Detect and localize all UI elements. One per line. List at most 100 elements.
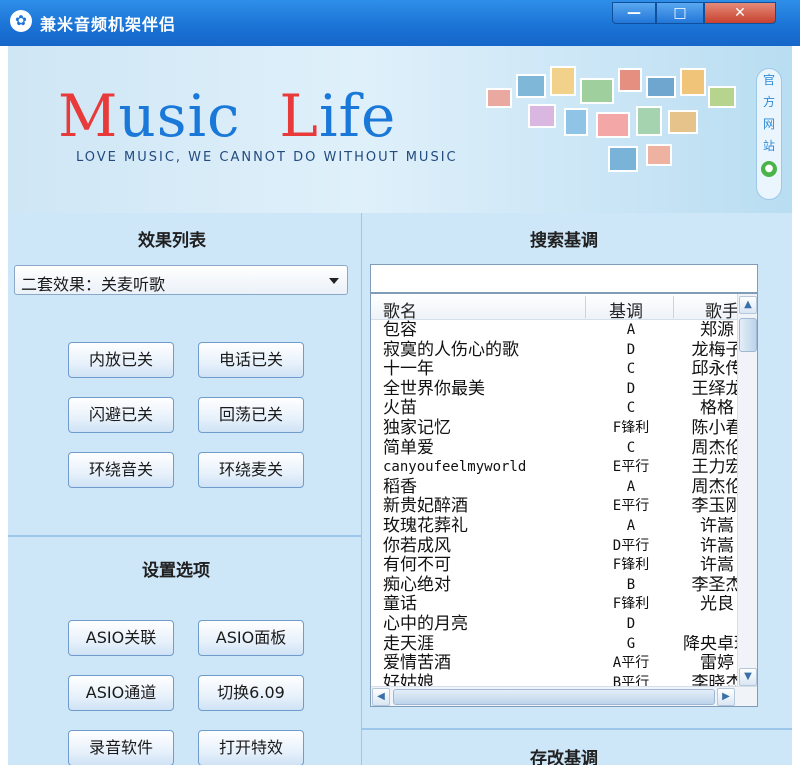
table-row[interactable]: 痴心绝对 B 李圣杰 [371, 574, 757, 596]
column-header-singer[interactable]: 歌手 [705, 297, 739, 322]
scroll-down-icon[interactable]: ▼ [739, 668, 757, 686]
table-row[interactable]: 火苗 C 格格 [371, 399, 757, 419]
maximize-button[interactable]: □ [656, 2, 704, 24]
column-header-key[interactable]: 基调 [609, 297, 643, 322]
photo-frame-decoration [550, 66, 576, 96]
ducking-button[interactable]: 闪避已关 [68, 397, 174, 433]
table-row[interactable]: 独家记忆 F锋利 陈小春 [371, 419, 757, 439]
section-divider [8, 535, 362, 537]
song-list[interactable]: 歌名 基调 歌手 包容 A 郑源 寂寞的人伤心的歌 D 龙梅子 十一年 C 邱永传 全世界你最美 D… [370, 293, 758, 707]
table-row[interactable]: 爱情苦酒 A平行 雷婷 [371, 654, 757, 674]
table-row[interactable]: 走天涯 G 降央卓玛 [371, 633, 757, 655]
song-key-cell: F锋利 [612, 420, 650, 436]
effects-list-title: 效果列表 [138, 231, 206, 251]
settings-title: 设置选项 [142, 561, 210, 581]
switch-version-button[interactable]: 切换6.09 [198, 675, 304, 711]
banner-title: Music Life [58, 82, 397, 150]
song-name-cell: 走天涯 [383, 633, 434, 654]
close-button[interactable]: ✕ [704, 2, 776, 24]
photo-frame-decoration [708, 86, 736, 108]
song-key-cell: A [626, 322, 636, 338]
recording-software-button[interactable]: 录音软件 [68, 730, 174, 765]
asio-link-button[interactable]: ASIO关联 [68, 620, 174, 656]
section-divider [362, 728, 792, 730]
asio-channel-button[interactable]: ASIO通道 [68, 675, 174, 711]
photo-frame-decoration [486, 88, 512, 108]
photo-frame-decoration [668, 110, 698, 134]
column-separator [673, 296, 674, 318]
song-key-cell: G [626, 635, 636, 652]
song-name-cell: 十一年 [383, 359, 434, 380]
scroll-left-icon[interactable]: ◀ [372, 688, 390, 706]
song-key-cell: C [626, 361, 636, 378]
photo-frame-decoration [618, 68, 642, 92]
photo-frame-decoration [608, 146, 638, 172]
list-header: 歌名 基调 歌手 [371, 294, 757, 322]
scroll-up-icon[interactable]: ▲ [739, 296, 757, 314]
qq-icon[interactable]: ● [761, 161, 777, 177]
window-title: 兼米音频机架伴侣 [40, 15, 177, 34]
song-key-cell: E平行 [612, 459, 650, 476]
song-key-cell: D [626, 380, 636, 397]
effect-preset-value: 二套效果：关麦听歌 [21, 275, 166, 294]
minimize-button[interactable]: — [612, 2, 656, 24]
column-separator [585, 296, 586, 318]
echo-button[interactable]: 回荡已关 [198, 397, 304, 433]
song-key-cell: F锋利 [612, 596, 650, 613]
table-row[interactable]: 全世界你最美 D 王绎龙 [371, 379, 757, 400]
song-name-cell: 有何不可 [383, 555, 451, 576]
phone-button[interactable]: 电话已关 [198, 342, 304, 378]
chevron-down-icon [329, 278, 339, 284]
scrollbar-thumb[interactable] [393, 689, 715, 705]
photo-frame-decoration [580, 78, 614, 104]
search-key-title: 搜索基调 [530, 231, 598, 251]
search-input[interactable] [370, 264, 758, 293]
song-name-cell: 火苗 [383, 398, 417, 419]
asio-panel-button[interactable]: ASIO面板 [198, 620, 304, 656]
song-name-cell: 新贵妃醉酒 [383, 496, 468, 517]
song-key-cell: B [626, 576, 636, 593]
song-name-cell: 包容 [383, 320, 417, 340]
table-row[interactable]: 寂寞的人伤心的歌 D 龙梅子 [371, 339, 757, 361]
table-row[interactable]: 心中的月亮 D [371, 615, 757, 635]
modify-key-title: 存改基调 [530, 749, 598, 765]
table-row[interactable]: 有何不可 F锋利 许嵩 [371, 556, 757, 576]
table-row[interactable]: 你若成风 D平行 许嵩 [371, 536, 757, 557]
song-key-cell: E平行 [612, 498, 650, 515]
inner-playback-button[interactable]: 内放已关 [68, 342, 174, 378]
table-row[interactable]: 稻香 A 周杰伦 [371, 476, 757, 498]
photo-frame-decoration [680, 68, 706, 96]
photo-frame-decoration [564, 108, 588, 136]
song-key-cell: A [626, 518, 636, 534]
photo-frame-decoration [636, 106, 662, 136]
song-name-cell: 寂寞的人伤心的歌 [383, 339, 519, 360]
table-row[interactable]: 包容 A 郑源 [371, 321, 757, 341]
title-bar: ✿ 兼米音频机架伴侣 — □ ✕ [0, 0, 800, 46]
effect-preset-select[interactable]: 二套效果：关麦听歌 [14, 265, 348, 295]
surround-sound-button[interactable]: 环绕音关 [68, 452, 174, 488]
song-name-cell: canyoufeelmyworld [383, 459, 527, 476]
photo-frame-decoration [528, 104, 556, 128]
official-site-link[interactable]: 官 方 网 站 ● [756, 68, 782, 200]
song-key-cell: A [626, 478, 636, 495]
banner: Music Life LOVE MUSIC, WE CANNOT DO WITH… [8, 46, 792, 213]
column-header-song[interactable]: 歌名 [383, 297, 417, 322]
song-key-cell: D平行 [612, 537, 650, 554]
table-row[interactable]: 玫瑰花葬礼 A 许嵩 [371, 517, 757, 537]
table-row[interactable]: canyoufeelmyworld E平行 王力宏 [371, 458, 757, 478]
table-row[interactable]: 十一年 C 邱永传 [371, 360, 757, 380]
photo-frame-decoration [596, 112, 630, 138]
scrollbar-thumb[interactable] [739, 318, 757, 352]
song-name-cell: 痴心绝对 [383, 574, 451, 595]
table-row[interactable]: 童话 F锋利 光良 [371, 595, 757, 615]
horizontal-scrollbar[interactable]: ◀ ▶ [371, 686, 757, 706]
song-name-cell: 稻香 [383, 476, 417, 497]
song-name-cell: 童话 [383, 594, 417, 615]
scroll-right-icon[interactable]: ▶ [717, 688, 735, 706]
song-name-cell: 简单爱 [383, 437, 434, 458]
surround-mic-button[interactable]: 环绕麦关 [198, 452, 304, 488]
table-row[interactable]: 简单爱 C 周杰伦 [371, 437, 757, 459]
open-effects-button[interactable]: 打开特效 [198, 730, 304, 765]
vertical-scrollbar[interactable]: ▲ ▼ [737, 294, 757, 688]
table-row[interactable]: 新贵妃醉酒 E平行 李玉刚 [371, 497, 757, 517]
